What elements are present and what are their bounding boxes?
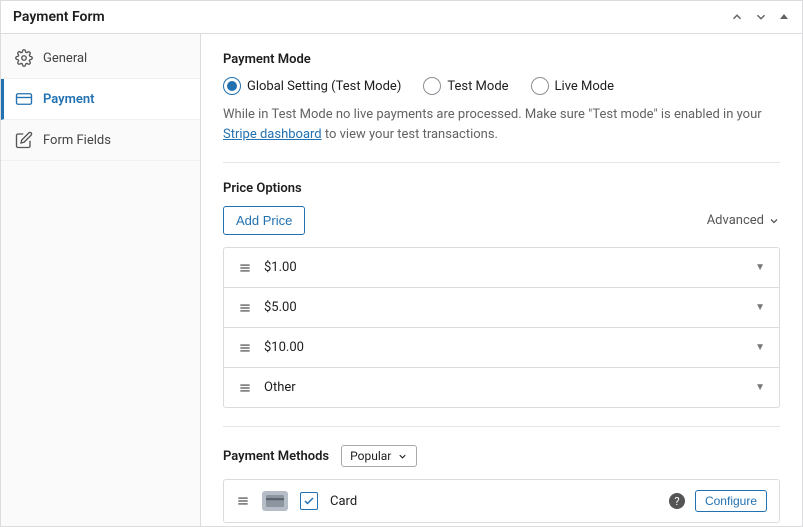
- price-item[interactable]: Other ▼: [224, 368, 779, 407]
- edit-icon: [15, 131, 33, 149]
- radio-test-mode[interactable]: Test Mode: [423, 77, 508, 95]
- drag-handle-icon[interactable]: [236, 494, 250, 508]
- filter-label: Popular: [350, 449, 391, 463]
- chevron-down-icon[interactable]: [754, 10, 768, 24]
- gear-icon: [15, 49, 33, 67]
- main-content: Payment Mode Global Setting (Test Mode) …: [201, 34, 802, 526]
- add-price-button[interactable]: Add Price: [223, 206, 305, 235]
- radio-label: Test Mode: [447, 79, 508, 94]
- drag-handle-icon[interactable]: [238, 261, 252, 275]
- collapse-icon[interactable]: [778, 11, 790, 23]
- panel-header: Payment Form: [1, 1, 802, 34]
- radio-global-setting[interactable]: Global Setting (Test Mode): [223, 77, 401, 95]
- price-item[interactable]: $5.00 ▼: [224, 288, 779, 328]
- method-enabled-checkbox[interactable]: [300, 492, 318, 510]
- payment-mode-help: While in Test Mode no live payments are …: [223, 105, 780, 144]
- drag-handle-icon[interactable]: [238, 301, 252, 315]
- sidebar-item-label: General: [43, 51, 87, 66]
- payment-methods-title: Payment Methods: [223, 449, 329, 464]
- sidebar-item-general[interactable]: General: [1, 38, 200, 79]
- help-text-prefix: While in Test Mode no live payments are …: [223, 107, 762, 122]
- help-icon[interactable]: ?: [669, 493, 685, 509]
- sidebar-item-label: Form Fields: [43, 133, 111, 148]
- price-options-toolbar: Add Price Advanced: [223, 206, 780, 235]
- price-label: $5.00: [264, 300, 297, 315]
- panel-body: General Payment Form Fields Payment Mode: [1, 34, 802, 526]
- help-text-suffix: to view your test transactions.: [322, 127, 498, 142]
- chevron-down-icon: [397, 451, 408, 462]
- drag-handle-icon[interactable]: [238, 341, 252, 355]
- price-options-title: Price Options: [223, 181, 780, 196]
- method-label: Card: [330, 494, 357, 509]
- panel-header-controls: [730, 10, 790, 24]
- caret-down-icon: ▼: [755, 382, 765, 393]
- payment-form-panel: Payment Form General: [0, 0, 803, 527]
- price-item[interactable]: $10.00 ▼: [224, 328, 779, 368]
- radio-icon: [423, 77, 441, 95]
- caret-down-icon: ▼: [755, 262, 765, 273]
- radio-live-mode[interactable]: Live Mode: [531, 77, 614, 95]
- price-list: $1.00 ▼ $5.00 ▼: [223, 247, 780, 408]
- price-label: Other: [264, 380, 296, 395]
- drag-handle-icon[interactable]: [238, 381, 252, 395]
- payment-mode-title: Payment Mode: [223, 52, 780, 67]
- chevron-down-icon: [768, 215, 780, 227]
- advanced-label: Advanced: [707, 213, 764, 228]
- price-item[interactable]: $1.00 ▼: [224, 248, 779, 288]
- payment-methods-header: Payment Methods Popular: [223, 445, 780, 467]
- sidebar: General Payment Form Fields: [1, 34, 201, 526]
- radio-icon: [531, 77, 549, 95]
- chevron-up-icon[interactable]: [730, 10, 744, 24]
- card-brand-icon: [262, 491, 288, 511]
- credit-card-icon: [15, 90, 33, 108]
- sidebar-item-label: Payment: [43, 92, 95, 107]
- radio-icon: [223, 77, 241, 95]
- caret-down-icon: ▼: [755, 302, 765, 313]
- payment-method-row: Card ? Configure: [223, 479, 780, 523]
- sidebar-item-payment[interactable]: Payment: [1, 79, 200, 120]
- caret-down-icon: ▼: [755, 342, 765, 353]
- price-label: $1.00: [264, 260, 297, 275]
- sidebar-item-form-fields[interactable]: Form Fields: [1, 120, 200, 161]
- payment-methods-filter[interactable]: Popular: [341, 445, 417, 467]
- price-label: $10.00: [264, 340, 304, 355]
- divider: [223, 162, 780, 163]
- stripe-dashboard-link[interactable]: Stripe dashboard: [223, 127, 322, 142]
- radio-label: Global Setting (Test Mode): [247, 79, 401, 94]
- configure-button[interactable]: Configure: [695, 490, 767, 512]
- payment-mode-options: Global Setting (Test Mode) Test Mode Liv…: [223, 77, 780, 95]
- advanced-toggle[interactable]: Advanced: [707, 213, 780, 228]
- radio-label: Live Mode: [555, 79, 614, 94]
- panel-title: Payment Form: [13, 9, 105, 25]
- divider: [223, 426, 780, 427]
